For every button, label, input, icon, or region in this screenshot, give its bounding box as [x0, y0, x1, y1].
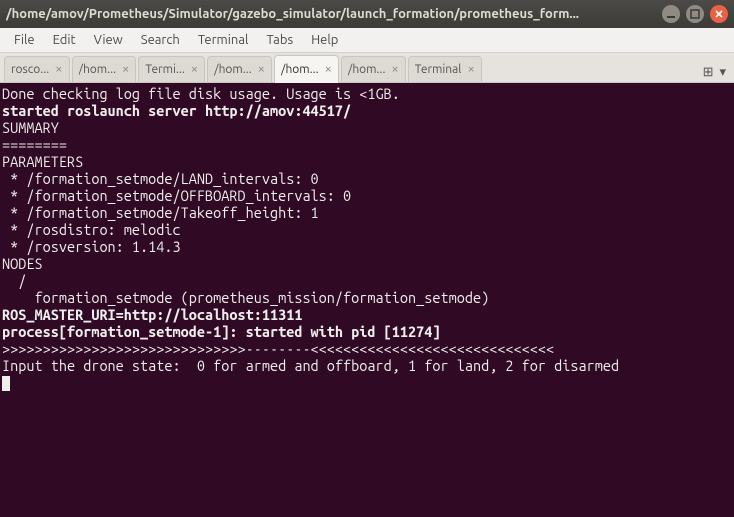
terminal-line: * /formation_setmode/LAND_intervals: 0: [2, 170, 732, 187]
tab-label: Terminal: [415, 63, 462, 76]
terminal-output[interactable]: Done checking log file disk usage. Usage…: [0, 83, 734, 517]
tab-label: rosco...: [11, 63, 49, 76]
tab-overflow-icon[interactable]: ▾: [719, 65, 726, 80]
terminal-line: /: [2, 272, 732, 289]
window-controls: [662, 5, 728, 23]
terminal-line: * /rosdistro: melodic: [2, 221, 732, 238]
tab-close-icon[interactable]: ×: [258, 63, 265, 76]
tab-close-icon[interactable]: ×: [55, 63, 62, 76]
window-title: /home/amov/Prometheus/Simulator/gazebo_s…: [6, 7, 654, 21]
tab-close-icon[interactable]: ×: [467, 63, 474, 76]
tab-label: /hom...: [348, 63, 386, 76]
terminal-line: formation_setmode (prometheus_mission/fo…: [2, 289, 732, 306]
window-titlebar: /home/amov/Prometheus/Simulator/gazebo_s…: [0, 0, 734, 28]
tabbar-right: ⊞ ▾: [703, 65, 730, 82]
close-button[interactable]: [710, 5, 728, 23]
terminal-line: * /formation_setmode/OFFBOARD_intervals:…: [2, 187, 732, 204]
terminal-line: * /formation_setmode/Takeoff_height: 1: [2, 204, 732, 221]
terminal-cursor-line: [2, 374, 732, 391]
tab-0[interactable]: rosco... ×: [4, 56, 70, 82]
terminal-line: Done checking log file disk usage. Usage…: [2, 85, 732, 102]
tab-5[interactable]: /hom... ×: [341, 56, 406, 82]
tab-label: Termi...: [145, 63, 184, 76]
tab-bar: rosco... × /hom... × Termi... × /hom... …: [0, 53, 734, 83]
tab-2[interactable]: Termi... ×: [138, 56, 205, 82]
tab-3[interactable]: /hom... ×: [207, 56, 272, 82]
terminal-line: started roslaunch server http://amov:445…: [2, 102, 732, 119]
cursor-icon: [2, 376, 10, 391]
tab-6[interactable]: Terminal ×: [408, 56, 482, 82]
tab-4-active[interactable]: /hom... ×: [274, 55, 339, 83]
menu-view[interactable]: View: [86, 30, 131, 50]
minimize-icon: [666, 9, 676, 19]
tab-label: /hom...: [214, 63, 252, 76]
terminal-line: Input the drone state: 0 for armed and o…: [2, 357, 732, 374]
menu-tabs[interactable]: Tabs: [258, 30, 301, 50]
maximize-button[interactable]: [686, 5, 704, 23]
tab-close-icon[interactable]: ×: [391, 63, 398, 76]
terminal-line: SUMMARY: [2, 119, 732, 136]
terminal-line: NODES: [2, 255, 732, 272]
menubar: File Edit View Search Terminal Tabs Help: [0, 28, 734, 53]
tab-label: /hom...: [79, 63, 117, 76]
terminal-line: process[formation_setmode-1]: started wi…: [2, 323, 732, 340]
terminal-line: * /rosversion: 1.14.3: [2, 238, 732, 255]
new-tab-icon[interactable]: ⊞: [703, 65, 714, 80]
minimize-button[interactable]: [662, 5, 680, 23]
close-icon: [714, 9, 724, 19]
tab-close-icon[interactable]: ×: [325, 63, 332, 76]
terminal-line: ROS_MASTER_URI=http://localhost:11311: [2, 306, 732, 323]
maximize-icon: [690, 9, 700, 19]
tab-close-icon[interactable]: ×: [122, 63, 129, 76]
tab-close-icon[interactable]: ×: [191, 63, 198, 76]
menu-terminal[interactable]: Terminal: [190, 30, 257, 50]
terminal-line: PARAMETERS: [2, 153, 732, 170]
terminal-line: ========: [2, 136, 732, 153]
terminal-line: >>>>>>>>>>>>>>>>>>>>>>>>>>>>>>--------<<…: [2, 340, 732, 357]
menu-search[interactable]: Search: [133, 30, 188, 50]
menu-edit[interactable]: Edit: [45, 30, 84, 50]
menu-help[interactable]: Help: [303, 30, 346, 50]
tab-label: /hom...: [281, 63, 319, 76]
tab-1[interactable]: /hom... ×: [72, 56, 137, 82]
menu-file[interactable]: File: [6, 30, 43, 50]
